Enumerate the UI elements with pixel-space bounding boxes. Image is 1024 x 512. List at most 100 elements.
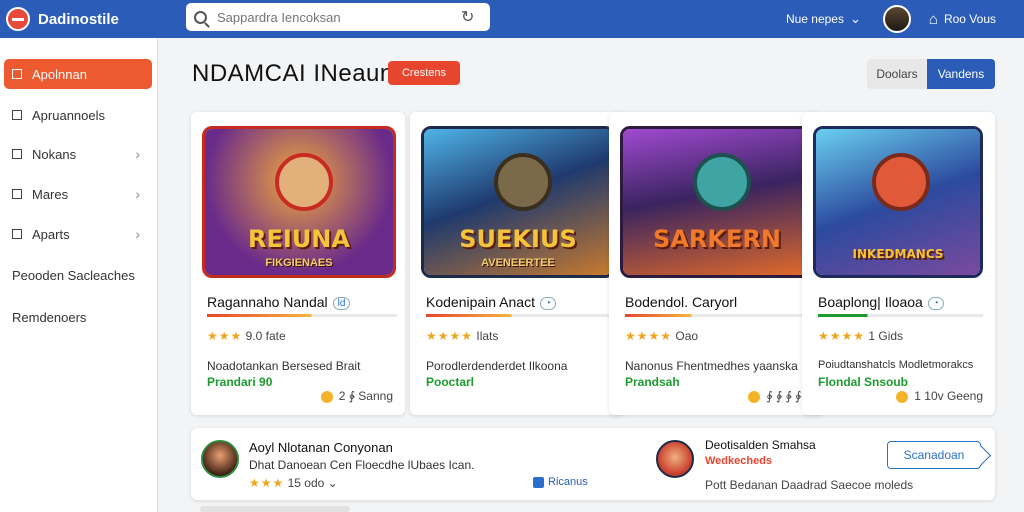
card-title[interactable]: Bodendol. Caryorl	[625, 294, 737, 310]
coin-icon	[320, 390, 333, 403]
top-bar: Dadinostile ↻ Nue nepes ⌄ ⌂ Roo Vous	[0, 0, 1024, 38]
search-input[interactable]	[217, 9, 457, 25]
card-description: Porodlerdenderdet Ilkoona	[426, 359, 568, 373]
card-footer: 2 ∳ Sanng	[320, 389, 393, 403]
game-card[interactable]: SARKERN Bodendol. Caryorl ★★★★ Oao Nanon…	[609, 112, 823, 415]
star-icons: ★★★★	[818, 329, 866, 343]
footer-text: 2 ∳ Sanng	[338, 389, 393, 403]
sidebar-link-remdenoers[interactable]: Remdenoers	[12, 310, 86, 325]
rating-text: 1 Gids	[868, 329, 904, 343]
card-price: Prandari 90	[207, 375, 273, 389]
card-footer: 1 10v Geeng	[896, 389, 983, 403]
rating-text: 9.0 fate	[245, 329, 286, 343]
top-right-nav: Nue nepes ⌄ ⌂ Roo Vous	[786, 0, 996, 38]
page-title: NDAMCAI INeaun	[192, 60, 394, 87]
search-icon	[194, 10, 207, 24]
badge-icon	[533, 476, 544, 488]
card-price: Pooctarl	[426, 375, 475, 389]
app-name: Dadinostile	[38, 10, 119, 28]
card-title[interactable]: Ragannaho Nandal ld	[207, 294, 351, 310]
card-title-text: Kodenipain Anact	[426, 294, 535, 310]
list-subtitle: Dhat Danoean Cen Floecdhe lUbaes Ican.	[249, 458, 475, 472]
top-link[interactable]: Nue nepes	[786, 12, 844, 26]
chevron-right-icon: ›	[135, 226, 140, 242]
sidebar-item-apolnnan[interactable]: Apolnnan	[4, 59, 152, 89]
art-subtitle: FIKGIENAES	[265, 257, 333, 269]
home-label[interactable]: Roo Vous	[944, 12, 996, 26]
rating-text: 15 odo	[287, 476, 325, 490]
art-title: SUEKIUS	[459, 225, 577, 253]
art-title: SARKERN	[653, 225, 781, 253]
card-description: Noadotankan Bersesed Brait	[207, 359, 361, 373]
sidebar-item-aparts[interactable]: Aparts ›	[4, 219, 152, 249]
sidebar: Apolnnan Apruannoels Nokans › Mares › Ap…	[0, 38, 158, 512]
list-avatar[interactable]	[201, 440, 239, 478]
game-thumbnail[interactable]: SARKERN	[620, 126, 814, 278]
badge-text: Ricanus	[548, 476, 588, 488]
chevron-down-icon[interactable]: ⌄	[328, 476, 338, 490]
doc-icon	[12, 69, 22, 79]
home-icon[interactable]: ⌂	[929, 11, 938, 28]
list-title[interactable]: Aoyl Nlotanan Conyonan	[249, 440, 393, 455]
list-title[interactable]: Deotisalden Smahsa	[705, 438, 816, 452]
card-progress	[818, 314, 983, 317]
game-thumbnail[interactable]: REIUNA FIKGIENAES	[202, 126, 396, 278]
game-thumbnail[interactable]: SUEKIUS AVENEERTEE	[421, 126, 615, 278]
refresh-icon[interactable]: ↻	[461, 7, 474, 27]
star-icons: ★★★	[249, 476, 285, 490]
edit-icon	[12, 229, 22, 239]
card-price: Flondal Snsoub	[818, 375, 908, 389]
art-title: REIUNA	[248, 225, 350, 253]
user-avatar[interactable]	[882, 5, 911, 33]
card-rating: ★★★★ 1 Gids	[818, 329, 903, 343]
card-tag: ◔	[539, 296, 557, 310]
card-title[interactable]: Kodenipain Anact ◔	[426, 294, 557, 310]
scan-button[interactable]: Scanadoan	[887, 441, 981, 469]
game-card[interactable]: INKEDMANCS Boaplong| Iloaoa ◔ ★★★★ 1 Gids…	[802, 112, 995, 415]
sidebar-item-label: Apruannoels	[32, 107, 105, 123]
sidebar-item-label: Aparts	[32, 226, 70, 242]
card-progress	[625, 314, 815, 317]
list-subtitle: Wedkecheds	[705, 455, 773, 467]
character-icon	[872, 153, 930, 211]
star-icons: ★★★★	[426, 329, 474, 343]
art-title: INKEDMANCS	[852, 247, 944, 261]
sidebar-item-nokans[interactable]: Nokans ›	[4, 139, 152, 169]
coin-icon	[896, 390, 909, 403]
star-icons: ★★★★	[625, 329, 673, 343]
card-price: Prandsah	[625, 375, 680, 389]
square-icon	[12, 189, 22, 199]
card-rating: ★★★★ Ilats	[426, 329, 498, 343]
card-tag: ◔	[927, 296, 944, 310]
list-rating: ★★★ 15 odo ⌄	[249, 476, 338, 490]
segment-doolars[interactable]: Doolars	[867, 59, 927, 89]
game-thumbnail[interactable]: INKEDMANCS	[813, 126, 983, 278]
sidebar-item-mares[interactable]: Mares ›	[4, 179, 152, 209]
list-meta: Pott Bedanan Daadrad Saecoe moleds	[705, 478, 914, 492]
art-subtitle: AVENEERTEE	[481, 257, 555, 269]
brand-icon	[6, 7, 30, 31]
list-avatar[interactable]	[656, 440, 694, 478]
card-description: Poiudtanshatcls Modletmorakcs	[818, 359, 974, 371]
sidebar-item-label: Nokans	[32, 146, 77, 162]
chevron-down-icon[interactable]: ⌄	[850, 11, 861, 27]
app-logo[interactable]: Dadinostile	[6, 7, 176, 31]
character-icon	[275, 153, 333, 211]
sidebar-item-apruannoels[interactable]: Apruannoels	[4, 100, 152, 130]
game-card[interactable]: SUEKIUS AVENEERTEE Kodenipain Anact ◔ ★★★…	[410, 112, 624, 415]
card-title-text: Bodendol. Caryorl	[625, 294, 738, 310]
soldier-icon	[494, 153, 552, 211]
chevron-right-icon: ›	[135, 186, 140, 202]
card-progress	[207, 314, 397, 317]
game-card[interactable]: REIUNA FIKGIENAES Ragannaho Nandal ld ★★★…	[191, 112, 405, 415]
sidebar-item-label: Apolnnan	[32, 66, 87, 82]
search-box[interactable]: ↻	[186, 3, 490, 31]
list-badge[interactable]: Ricanus	[533, 476, 588, 488]
next-row-peek	[200, 506, 350, 512]
segment-vandens[interactable]: Vandens	[927, 59, 995, 89]
square-icon	[12, 110, 22, 120]
card-progress	[426, 314, 616, 317]
card-title[interactable]: Boaplong| Iloaoa ◔	[818, 294, 944, 310]
sidebar-link-peooden[interactable]: Peooden Sacleaches	[12, 268, 135, 283]
title-badge[interactable]: Crestens	[388, 61, 460, 85]
